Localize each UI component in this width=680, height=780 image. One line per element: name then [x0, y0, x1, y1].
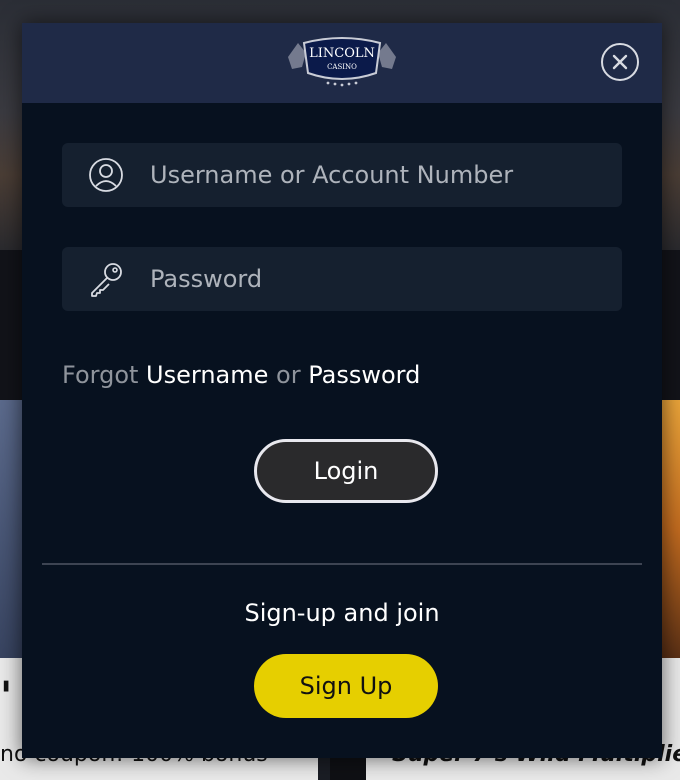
forgot-password-link[interactable]: Password — [308, 361, 420, 389]
user-icon-wrap — [62, 143, 150, 207]
lincoln-casino-logo: LINCOLN CASINO — [288, 37, 396, 87]
forgot-or: or — [276, 361, 301, 389]
login-button[interactable]: Login — [254, 439, 438, 503]
key-icon — [91, 263, 122, 297]
signup-button[interactable]: Sign Up — [254, 654, 438, 718]
forgot-credentials: Forgot Username or Password — [62, 361, 420, 389]
forgot-prefix: Forgot — [62, 361, 139, 389]
close-icon — [612, 54, 628, 70]
key-icon-wrap — [62, 247, 150, 311]
signup-prompt: Sign-up and join — [244, 599, 440, 627]
password-field — [62, 247, 622, 311]
username-input[interactable] — [150, 143, 622, 207]
user-icon — [89, 158, 123, 192]
svg-text:LINCOLN: LINCOLN — [309, 46, 375, 61]
username-field — [62, 143, 622, 207]
login-modal: LINCOLN CASINO Username or Account Numbe… — [22, 23, 662, 758]
modal-header: LINCOLN CASINO — [22, 23, 662, 103]
forgot-username-link[interactable]: Username — [146, 361, 268, 389]
divider — [42, 563, 642, 565]
password-input[interactable] — [150, 247, 622, 311]
close-button[interactable] — [601, 43, 639, 81]
svg-text:CASINO: CASINO — [327, 63, 357, 71]
